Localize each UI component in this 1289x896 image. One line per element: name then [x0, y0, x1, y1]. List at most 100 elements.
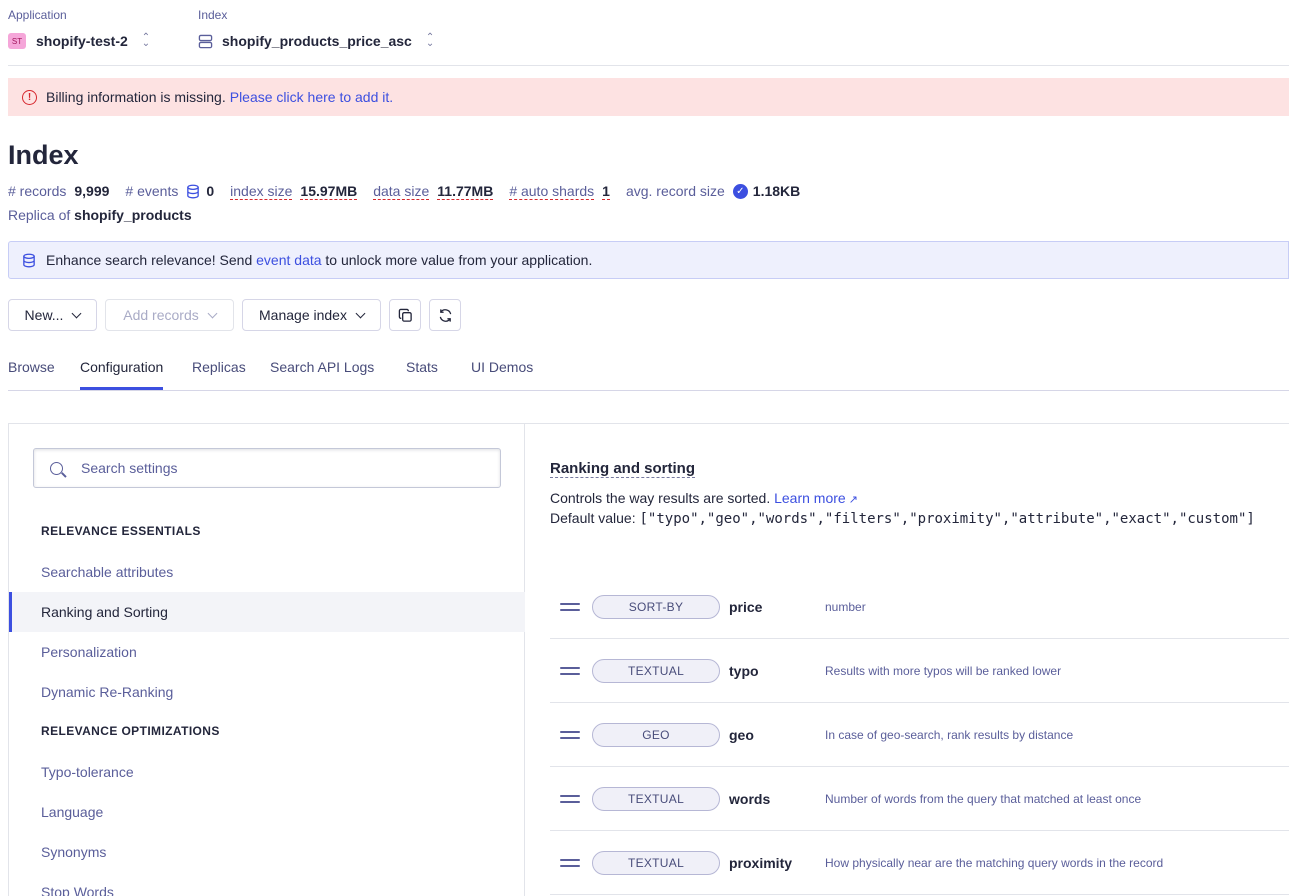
criterion-description: In case of geo-search, rank results by d…	[825, 727, 1074, 742]
tab-stats[interactable]: Stats	[406, 359, 438, 390]
banner-text: Enhance search relevance! Send event dat…	[46, 252, 592, 268]
nav-typo-tolerance[interactable]: Typo-tolerance	[9, 752, 525, 792]
new-button[interactable]: New...	[8, 299, 97, 331]
tab-browse[interactable]: Browse	[8, 359, 55, 390]
application-selector[interactable]: Application ST shopify-test-2 ⌃ ⌄	[8, 8, 150, 51]
ranking-criterion-row[interactable]: GEO geo In case of geo-search, rank resu…	[550, 703, 1289, 767]
chevron-updown-icon: ⌃ ⌄	[425, 32, 435, 49]
criterion-description: Number of words from the query that matc…	[825, 791, 1142, 806]
data-size-value: 11.77MB	[437, 182, 494, 200]
refresh-icon	[438, 308, 453, 323]
drag-handle-icon[interactable]	[560, 794, 580, 803]
refresh-button[interactable]	[429, 299, 461, 331]
app-avatar: ST	[8, 33, 26, 49]
manage-index-button[interactable]: Manage index	[242, 299, 381, 331]
criterion-description: Results with more typos will be ranked l…	[825, 663, 1062, 678]
drag-handle-icon[interactable]	[560, 730, 580, 739]
index-size-value: 15.97MB	[300, 182, 358, 200]
chevron-down-icon	[72, 308, 82, 318]
manage-index-label: Manage index	[259, 307, 347, 323]
ranking-criterion-row[interactable]: TEXTUAL words Number of words from the q…	[550, 767, 1289, 831]
chevron-updown-icon: ⌃ ⌄	[141, 32, 151, 49]
add-records-button[interactable]: Add records	[105, 299, 234, 331]
criterion-type-badge: TEXTUAL	[592, 850, 720, 875]
criterion-type-badge: SORT-BY	[592, 594, 720, 619]
banner-suffix: to unlock more value from your applicati…	[325, 252, 593, 268]
ranking-criterion-row[interactable]: TEXTUAL typo Results with more typos wil…	[550, 639, 1289, 703]
nav-ranking-and-sorting[interactable]: Ranking and Sorting	[9, 592, 525, 632]
criterion-name: price	[729, 598, 763, 615]
replica-label: Replica of	[8, 207, 71, 223]
top-bar: Application ST shopify-test-2 ⌃ ⌄ Index s…	[8, 0, 1289, 66]
external-link-icon: ↗	[848, 494, 858, 506]
settings-sidebar: Search settings RELEVANCE ESSENTIALS Sea…	[9, 424, 525, 896]
nav-dynamic-re-ranking[interactable]: Dynamic Re-Ranking	[9, 672, 525, 712]
nav-searchable-attributes[interactable]: Searchable attributes	[9, 552, 525, 592]
copy-button[interactable]	[389, 299, 421, 331]
section-relevance-optimizations: RELEVANCE OPTIMIZATIONS	[41, 724, 220, 738]
add-records-label: Add records	[123, 307, 199, 323]
billing-link[interactable]: Please click here to add it.	[230, 89, 393, 105]
nav-personalization[interactable]: Personalization	[9, 632, 525, 672]
criterion-name: words	[729, 790, 771, 807]
search-icon	[50, 461, 63, 475]
billing-message: Billing information is missing.	[46, 89, 226, 105]
search-placeholder: Search settings	[81, 460, 178, 476]
criterion-description: How physically near are the matching que…	[825, 855, 1164, 870]
chevron-down-icon	[207, 308, 218, 318]
records-value: 9,999	[74, 183, 110, 199]
events-value: 0	[206, 183, 215, 199]
tab-search-api-logs[interactable]: Search API Logs	[270, 359, 374, 390]
database-icon	[22, 253, 36, 268]
default-value-code: ["typo","geo","words","filters","proximi…	[639, 511, 1255, 527]
index-selector[interactable]: Index shopify_products_price_asc ⌃ ⌄	[198, 8, 434, 51]
alert-circle-icon: !	[22, 89, 37, 105]
data-size-label[interactable]: data size	[373, 183, 430, 200]
ranking-default-value: Default value: ["typo","geo","words","fi…	[550, 510, 1255, 527]
criterion-type-badge: TEXTUAL	[592, 658, 720, 683]
replica-value[interactable]: shopify_products	[74, 207, 191, 223]
criterion-description: number	[825, 599, 866, 614]
ranking-criterion-row[interactable]: TEXTUAL proximity How physically near ar…	[550, 831, 1289, 895]
application-label: Application	[8, 8, 67, 22]
criterion-name: typo	[729, 662, 759, 679]
drag-handle-icon[interactable]	[560, 602, 580, 611]
index-stats: # records 9,999 # events 0 index size 15…	[8, 182, 816, 200]
event-data-banner: Enhance search relevance! Send event dat…	[8, 241, 1289, 279]
records-label: # records	[8, 183, 67, 199]
event-data-link[interactable]: event data	[256, 252, 321, 268]
criterion-name: proximity	[729, 854, 793, 871]
tab-configuration[interactable]: Configuration	[80, 359, 164, 390]
tab-bar: Browse Configuration Replicas Search API…	[8, 355, 1289, 391]
nav-stop-words[interactable]: Stop Words	[9, 872, 525, 896]
drag-handle-icon[interactable]	[560, 858, 580, 867]
avg-record-label: avg. record size	[625, 183, 725, 199]
ranking-criterion-row[interactable]: SORT-BY price number	[550, 575, 1289, 639]
auto-shards-label[interactable]: # auto shards	[509, 183, 595, 200]
ranking-description: Controls the way results are sorted. Lea…	[550, 490, 858, 506]
ranking-description-text: Controls the way results are sorted.	[550, 490, 771, 506]
copy-icon	[398, 308, 413, 323]
new-button-label: New...	[24, 307, 64, 323]
drag-handle-icon[interactable]	[560, 666, 580, 675]
tab-ui-demos[interactable]: UI Demos	[471, 359, 533, 390]
index-size-label[interactable]: index size	[230, 183, 293, 200]
replica-info: Replica of shopify_products	[8, 207, 192, 223]
learn-more-link[interactable]: Learn more ↗	[774, 490, 858, 506]
ranking-settings: Ranking and sorting Controls the way res…	[526, 424, 1289, 896]
events-label: # events	[125, 183, 179, 199]
nav-language[interactable]: Language	[9, 792, 525, 832]
index-label: Index	[198, 8, 228, 22]
learn-more-label: Learn more	[774, 490, 846, 506]
server-icon	[198, 34, 213, 49]
page-title: Index	[8, 140, 79, 170]
default-value-label: Default value:	[550, 510, 636, 526]
section-relevance-essentials: RELEVANCE ESSENTIALS	[41, 524, 201, 538]
verified-check-icon: ✓	[732, 183, 748, 199]
search-settings-input[interactable]: Search settings	[33, 448, 501, 488]
tab-replicas[interactable]: Replicas	[192, 359, 246, 390]
billing-alert: ! Billing information is missing. Please…	[8, 78, 1289, 116]
criterion-name: geo	[729, 726, 754, 743]
auto-shards-value: 1	[602, 182, 610, 200]
nav-synonyms[interactable]: Synonyms	[9, 832, 525, 872]
